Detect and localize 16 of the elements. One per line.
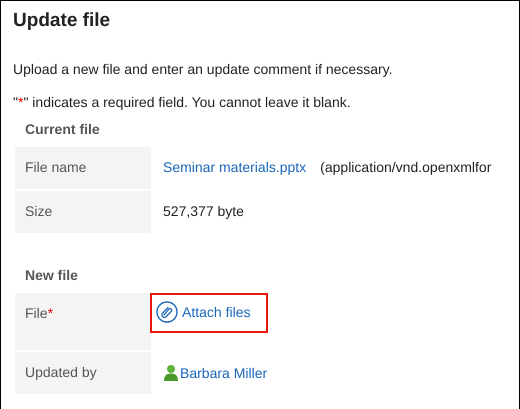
attach-files-button[interactable]: Attach files (150, 293, 268, 333)
page-title: Update file (13, 10, 112, 32)
file-type: (application/vnd.openxmlfor (320, 159, 492, 175)
user-icon (163, 364, 179, 381)
instruction-text: Upload a new file and enter an update comment if necessary. (13, 61, 394, 77)
field-label: Updated by (15, 352, 151, 394)
section-heading: New file (25, 267, 79, 283)
section-heading: Current file (25, 121, 101, 137)
user-link[interactable]: Barbara Miller (180, 364, 268, 380)
field-label: File name (15, 147, 151, 189)
field-label: File* (15, 293, 151, 350)
file-link[interactable]: Seminar materials.pptx (163, 159, 306, 175)
size-value: 527,377 byte (163, 203, 244, 219)
required-note: "*" indicates a required field. You cannot leave it blank. (13, 94, 352, 110)
field-label: Size (15, 191, 151, 233)
paperclip-icon (156, 301, 178, 323)
